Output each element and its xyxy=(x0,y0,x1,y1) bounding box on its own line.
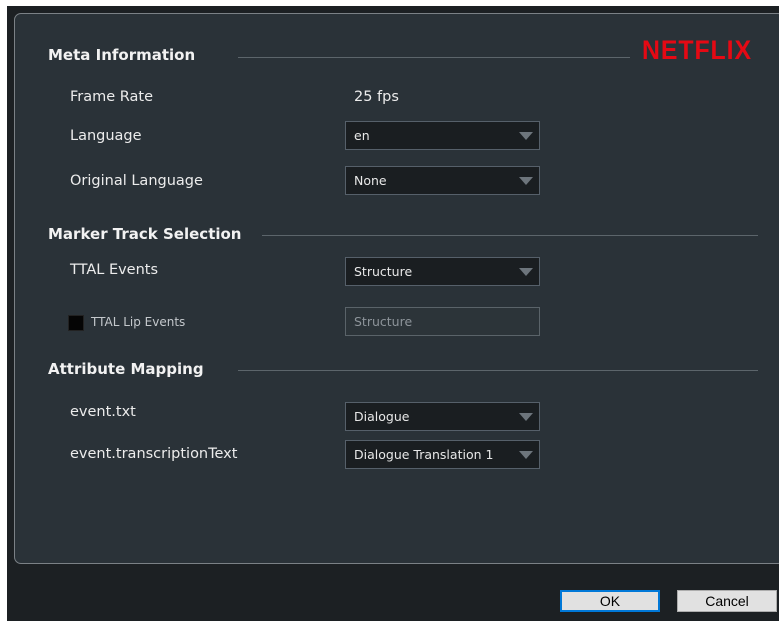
marker-divider xyxy=(262,235,758,236)
chevron-down-icon xyxy=(519,132,533,140)
ttal-lip-events-label: TTAL Lip Events xyxy=(91,315,186,329)
chevron-down-icon xyxy=(519,451,533,459)
original-language-label: Original Language xyxy=(70,173,203,189)
netflix-logo: NETFLIX xyxy=(642,35,752,65)
marker-track-selection-heading: Marker Track Selection xyxy=(48,225,242,243)
chevron-down-icon xyxy=(519,268,533,276)
event-transcription-text-label: event.transcriptionText xyxy=(70,446,238,462)
frame-rate-label: Frame Rate xyxy=(70,89,154,105)
meta-divider xyxy=(238,57,630,58)
language-select[interactable]: en xyxy=(345,121,540,150)
language-label: Language xyxy=(70,128,142,144)
chevron-down-icon xyxy=(519,177,533,185)
ttal-events-label: TTAL Events xyxy=(70,262,159,278)
event-txt-select-value: Dialogue xyxy=(354,409,410,424)
ttal-lip-events-checkbox[interactable] xyxy=(68,315,84,331)
ttal-events-select[interactable]: Structure xyxy=(345,257,540,286)
event-txt-select[interactable]: Dialogue xyxy=(345,402,540,431)
original-language-select-value: None xyxy=(354,173,387,188)
mapping-divider xyxy=(238,370,758,371)
cancel-button[interactable]: Cancel xyxy=(677,590,777,612)
ttal-lip-events-field: Structure xyxy=(345,307,540,336)
attribute-mapping-heading: Attribute Mapping xyxy=(48,360,204,378)
ttal-lip-events-field-value: Structure xyxy=(354,314,413,329)
chevron-down-icon xyxy=(519,413,533,421)
event-transcription-text-select[interactable]: Dialogue Translation 1 xyxy=(345,440,540,469)
event-txt-label: event.txt xyxy=(70,404,136,420)
original-language-select[interactable]: None xyxy=(345,166,540,195)
meta-information-heading: Meta Information xyxy=(48,46,196,64)
frame-rate-value: 25 fps xyxy=(354,89,399,105)
ok-button[interactable]: OK xyxy=(560,590,660,612)
language-select-value: en xyxy=(354,128,370,143)
ttal-events-select-value: Structure xyxy=(354,264,413,279)
event-transcription-text-select-value: Dialogue Translation 1 xyxy=(354,447,494,462)
